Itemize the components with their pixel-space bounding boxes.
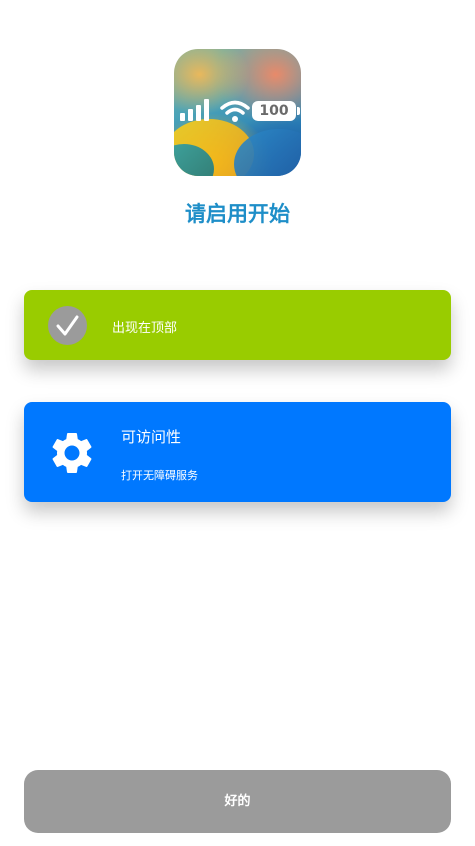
accessibility-card[interactable]: 可访问性 打开无障碍服务 — [24, 402, 451, 502]
wifi-icon — [220, 100, 250, 122]
page-title: 请启用开始 — [185, 202, 290, 226]
ok-button[interactable]: 好的 — [24, 770, 451, 833]
top-position-card[interactable]: 出现在顶部 — [24, 290, 451, 360]
icon-status-row: 100 — [180, 99, 300, 123]
top-position-label: 出现在顶部 — [112, 321, 178, 336]
accessibility-subtitle: 打开无障碍服务 — [121, 469, 198, 482]
battery-level: 100 — [252, 101, 300, 121]
permission-screen: 100 请启用开始 出现在顶部 可访问性 打开无障碍服务 好的 — [0, 0, 475, 846]
app-icon: 100 — [174, 49, 301, 176]
accessibility-heading: 可访问性 — [121, 428, 182, 446]
gear-icon — [52, 433, 92, 473]
check-icon — [48, 306, 87, 345]
